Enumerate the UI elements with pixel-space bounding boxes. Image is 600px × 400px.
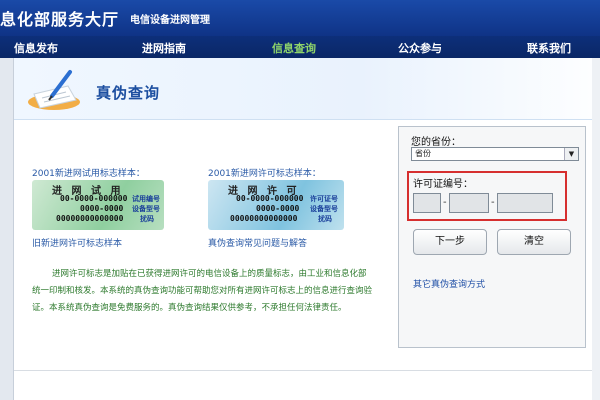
license-number-box: 许可证编号： - - <box>407 171 567 221</box>
nav-item-public[interactable]: 公众参与 <box>398 40 442 56</box>
province-select[interactable]: 省份 ▼ <box>411 147 579 161</box>
site-header: 息化部服务大厅 电信设备进网管理 <box>0 0 600 36</box>
site-name: 息化部服务大厅 <box>0 10 120 29</box>
license-card-label3: 扰码 <box>318 215 332 223</box>
faq-link[interactable]: 真伪查询常见问题与解答 <box>208 236 307 249</box>
nav-item-info-release[interactable]: 信息发布 <box>14 40 58 56</box>
pen-paper-icon <box>24 68 86 114</box>
license-card-label1: 许可证号 <box>310 195 338 203</box>
other-methods-link[interactable]: 其它真伪查询方式 <box>413 277 485 290</box>
license-sample-caption: 2001新进网许可标志样本： <box>208 169 321 179</box>
trial-card-label3: 扰码 <box>140 215 154 223</box>
license-input-3[interactable] <box>497 193 553 213</box>
license-card-line2: 0000-0000 <box>256 204 300 213</box>
query-panel: 您的省份： 省份 ▼ 许可证编号： - - 下一步 清空 其它真伪查询方式 <box>398 126 586 348</box>
description-text: 进网许可标志是加贴在已获得进网许可的电信设备上的质量标志，由工业和信息化部统一印… <box>32 269 373 313</box>
trial-card-line1: 00-0000-000000 <box>60 194 128 203</box>
footer-divider <box>14 370 592 371</box>
license-card-line3: 00000000000000 <box>230 214 298 223</box>
right-edge <box>592 58 600 400</box>
trial-sample-card: 进 网 试 用 00-0000-000000 0000-0000 0000000… <box>32 180 164 230</box>
trial-card-line3: 00000000000000 <box>56 214 124 223</box>
old-sample-link[interactable]: 旧新进网许可标志样本 <box>32 236 122 249</box>
province-select-value: 省份 <box>415 149 431 158</box>
trial-card-label1: 试用编号 <box>132 195 160 203</box>
page-title: 真伪查询 <box>96 84 161 102</box>
license-label: 许可证编号： <box>413 179 473 190</box>
nav-item-contact[interactable]: 联系我们 <box>527 40 571 56</box>
province-label: 您的省份： <box>411 137 461 148</box>
license-input-2[interactable] <box>449 193 489 213</box>
nav-item-info-query[interactable]: 信息查询 <box>272 40 316 56</box>
license-sample-card: 进 网 许 可 00-0000-000000 0000-0000 0000000… <box>208 180 344 230</box>
page-title-band: 真伪查询 <box>14 58 592 120</box>
chevron-down-icon: ▼ <box>564 148 578 160</box>
license-card-label2: 设备型号 <box>310 205 338 213</box>
left-sidebar <box>0 58 14 400</box>
next-button[interactable]: 下一步 <box>413 229 487 255</box>
license-input-1[interactable] <box>413 193 441 213</box>
clear-button[interactable]: 清空 <box>497 229 571 255</box>
trial-card-label2: 设备型号 <box>132 205 160 213</box>
trial-card-line2: 0000-0000 <box>80 204 124 213</box>
license-card-line1: 00-0000-000000 <box>236 194 304 203</box>
site-subtitle: 电信设备进网管理 <box>130 15 210 26</box>
main-nav: 信息发布 进网指南 信息查询 公众参与 联系我们 <box>0 36 600 58</box>
sample-area: 2001新进网试用标志样本： 2001新进网许可标志样本： 进 网 试 用 00… <box>14 122 386 352</box>
nav-item-guide[interactable]: 进网指南 <box>142 40 186 56</box>
trial-sample-caption: 2001新进网试用标志样本： <box>32 169 145 179</box>
